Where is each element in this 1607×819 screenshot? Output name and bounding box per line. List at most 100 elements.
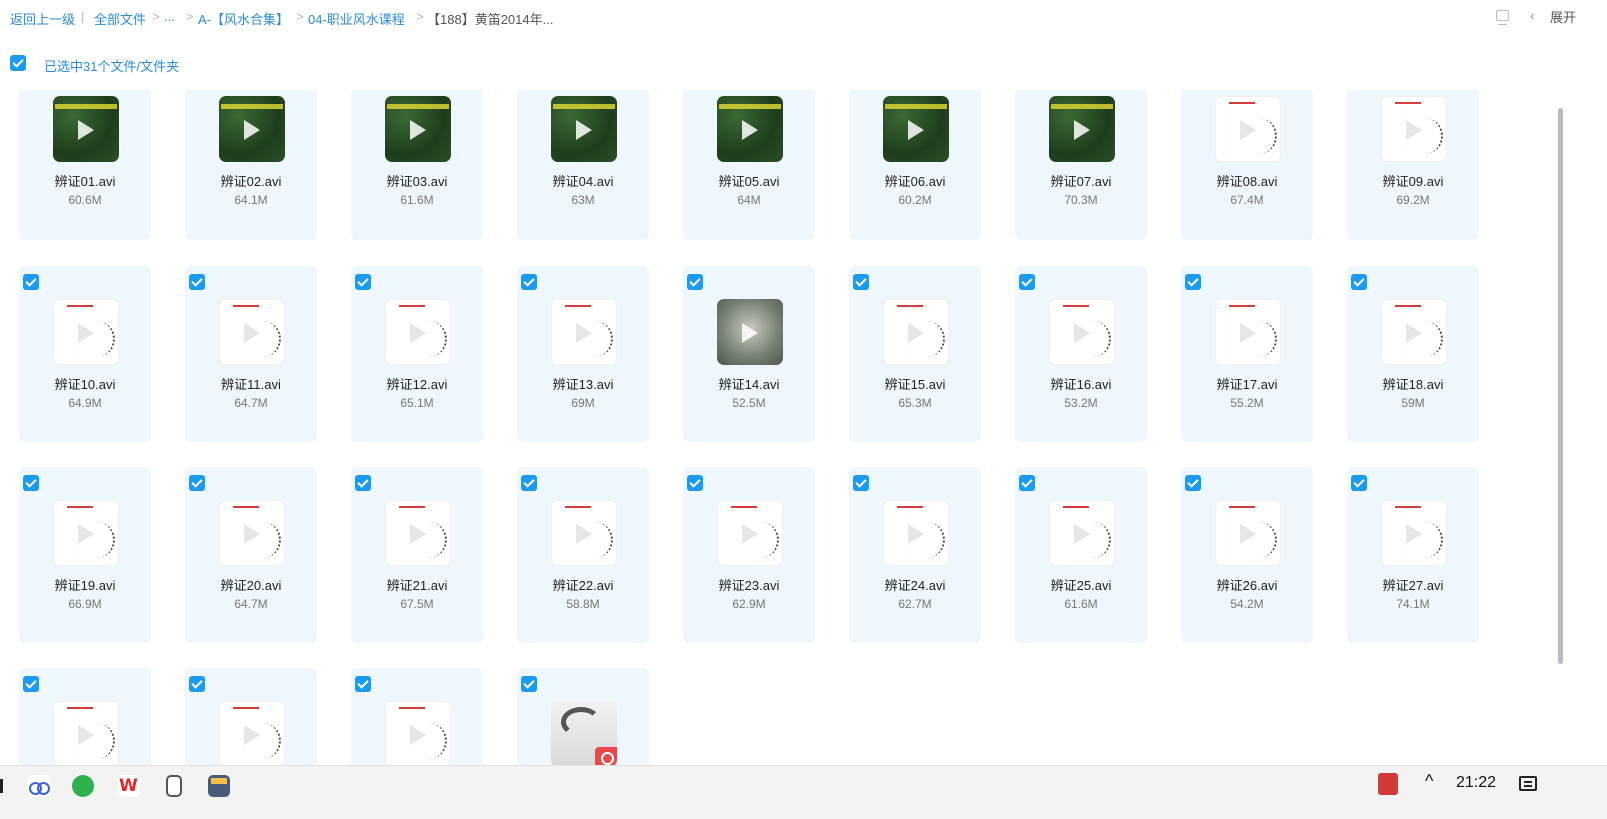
file-checkbox[interactable]: [521, 274, 537, 290]
clock[interactable]: 21:22: [1456, 774, 1496, 792]
file-checkbox[interactable]: [189, 676, 205, 692]
video-thumbnail[interactable]: [883, 500, 949, 566]
video-thumbnail[interactable]: [1215, 500, 1281, 566]
file-card[interactable]: 辨证10.avi 64.9M: [19, 266, 151, 442]
video-thumbnail[interactable]: [219, 500, 285, 566]
chevron-left-icon[interactable]: ‹: [1530, 7, 1535, 23]
video-thumbnail[interactable]: [53, 500, 119, 566]
video-thumbnail[interactable]: [53, 96, 119, 162]
file-card[interactable]: 辨证22.avi 58.8M: [517, 467, 649, 643]
file-card[interactable]: 辨证25.avi 61.6M: [1015, 467, 1147, 643]
file-checkbox[interactable]: [853, 475, 869, 491]
file-checkbox[interactable]: [1019, 475, 1035, 491]
file-card[interactable]: 辨证24.avi 62.7M: [849, 467, 981, 643]
pdf-thumbnail[interactable]: [551, 701, 617, 766]
file-card[interactable]: 辨证19.avi 66.9M: [19, 467, 151, 643]
file-card[interactable]: [517, 668, 649, 766]
video-thumbnail[interactable]: [53, 299, 119, 365]
file-card[interactable]: 辨证08.avi 67.4M: [1181, 90, 1313, 240]
video-thumbnail[interactable]: [1381, 500, 1447, 566]
wechat-icon[interactable]: [72, 775, 94, 797]
video-thumbnail[interactable]: [1215, 96, 1281, 162]
file-checkbox[interactable]: [355, 676, 371, 692]
video-thumbnail[interactable]: [1049, 299, 1115, 365]
file-card[interactable]: 辨证17.avi 55.2M: [1181, 266, 1313, 442]
file-card[interactable]: 辨证04.avi 63M: [517, 90, 649, 240]
file-checkbox[interactable]: [521, 676, 537, 692]
breadcrumb-item-fengshui[interactable]: A-【风水合集】: [198, 9, 289, 28]
file-card[interactable]: 辨证03.avi 61.6M: [351, 90, 483, 240]
file-checkbox[interactable]: [355, 274, 371, 290]
file-card[interactable]: 辨证20.avi 64.7M: [185, 467, 317, 643]
video-thumbnail[interactable]: [219, 701, 285, 766]
video-thumbnail[interactable]: [551, 500, 617, 566]
file-checkbox[interactable]: [521, 475, 537, 491]
calculator-icon[interactable]: [208, 775, 230, 797]
file-card[interactable]: 辨证27.avi 74.1M: [1347, 467, 1479, 643]
file-checkbox[interactable]: [189, 274, 205, 290]
video-thumbnail[interactable]: [1215, 299, 1281, 365]
file-checkbox[interactable]: [1351, 475, 1367, 491]
video-thumbnail[interactable]: [1381, 96, 1447, 162]
file-card[interactable]: 辨证16.avi 53.2M: [1015, 266, 1147, 442]
baidu-netdisk-icon[interactable]: [28, 775, 50, 797]
file-card[interactable]: 辨证21.avi 67.5M: [351, 467, 483, 643]
video-thumbnail[interactable]: [717, 96, 783, 162]
video-thumbnail[interactable]: [717, 500, 783, 566]
breadcrumb-item-all-files[interactable]: 全部文件: [94, 9, 146, 28]
file-card[interactable]: [19, 668, 151, 766]
file-card[interactable]: 辨证06.avi 60.2M: [849, 90, 981, 240]
file-checkbox[interactable]: [23, 274, 39, 290]
file-checkbox[interactable]: [1351, 274, 1367, 290]
file-checkbox[interactable]: [853, 274, 869, 290]
video-thumbnail[interactable]: [883, 96, 949, 162]
file-card[interactable]: 辨证07.avi 70.3M: [1015, 90, 1147, 240]
video-thumbnail[interactable]: [219, 299, 285, 365]
file-card[interactable]: 辨证11.avi 64.7M: [185, 266, 317, 442]
file-card[interactable]: [351, 668, 483, 766]
scrollbar[interactable]: [1558, 108, 1563, 664]
file-checkbox[interactable]: [1185, 274, 1201, 290]
file-card[interactable]: 辨证13.avi 69M: [517, 266, 649, 442]
breadcrumb-item-ellipsis[interactable]: ...: [164, 9, 175, 24]
file-checkbox[interactable]: [687, 274, 703, 290]
video-thumbnail[interactable]: [385, 500, 451, 566]
file-card[interactable]: 辨证05.avi 64M: [683, 90, 815, 240]
file-card[interactable]: 辨证02.avi 64.1M: [185, 90, 317, 240]
file-card[interactable]: [185, 668, 317, 766]
expand-button[interactable]: 展开: [1550, 7, 1576, 26]
file-checkbox[interactable]: [355, 475, 371, 491]
video-thumbnail[interactable]: [385, 701, 451, 766]
file-card[interactable]: 辨证18.avi 59M: [1347, 266, 1479, 442]
video-thumbnail[interactable]: [1049, 96, 1115, 162]
video-thumbnail[interactable]: [53, 701, 119, 766]
file-checkbox[interactable]: [23, 676, 39, 692]
file-checkbox[interactable]: [687, 475, 703, 491]
video-thumbnail[interactable]: [883, 299, 949, 365]
video-thumbnail[interactable]: [385, 96, 451, 162]
notepad-icon[interactable]: [166, 775, 182, 797]
file-checkbox[interactable]: [1185, 475, 1201, 491]
file-card[interactable]: 辨证26.avi 54.2M: [1181, 467, 1313, 643]
notification-icon[interactable]: [1519, 776, 1537, 791]
file-checkbox[interactable]: [189, 475, 205, 491]
select-all-checkbox[interactable]: [10, 55, 26, 71]
tray-app-icon[interactable]: [1378, 773, 1398, 795]
back-link[interactable]: 返回上一级: [10, 9, 75, 28]
video-thumbnail[interactable]: [1049, 500, 1115, 566]
tray-expand-icon[interactable]: ^: [1425, 771, 1433, 792]
file-card[interactable]: 辨证23.avi 62.9M: [683, 467, 815, 643]
layout-icon[interactable]: [1496, 10, 1509, 25]
video-thumbnail[interactable]: [1381, 299, 1447, 365]
video-thumbnail[interactable]: [551, 299, 617, 365]
wps-icon[interactable]: W: [118, 775, 140, 797]
breadcrumb-item-course[interactable]: 04-职业风水课程: [308, 9, 405, 28]
file-checkbox[interactable]: [1019, 274, 1035, 290]
file-checkbox[interactable]: [23, 475, 39, 491]
file-card[interactable]: 辨证09.avi 69.2M: [1347, 90, 1479, 240]
video-thumbnail[interactable]: [717, 299, 783, 365]
video-thumbnail[interactable]: [551, 96, 617, 162]
file-card[interactable]: 辨证01.avi 60.6M: [19, 90, 151, 240]
video-thumbnail[interactable]: [385, 299, 451, 365]
video-thumbnail[interactable]: [219, 96, 285, 162]
